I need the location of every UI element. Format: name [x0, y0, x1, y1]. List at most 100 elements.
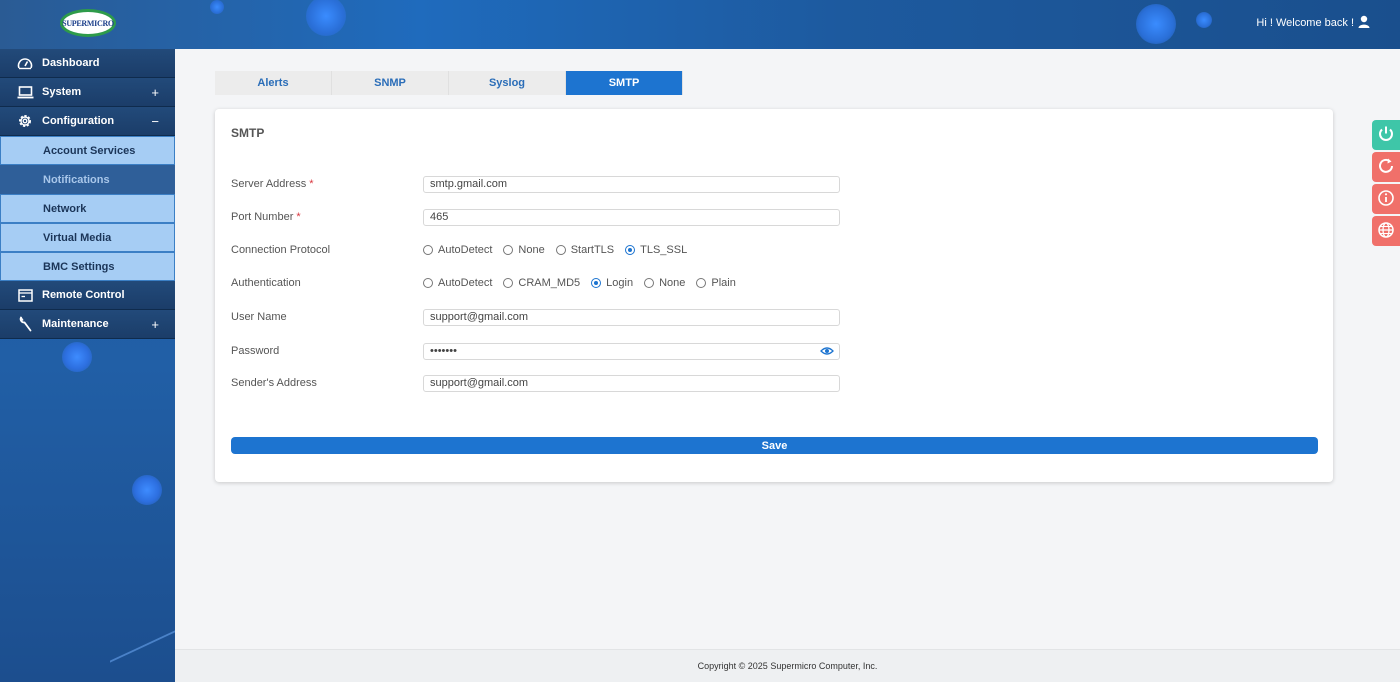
- radio-button[interactable]: [696, 278, 707, 288]
- radio-button[interactable]: [555, 245, 566, 255]
- show-password-eye-icon[interactable]: [820, 346, 834, 359]
- globe-icon: [1377, 221, 1395, 242]
- expand-toggle[interactable]: +: [151, 317, 159, 332]
- server-address-label: Server Address *: [231, 178, 314, 190]
- console-window-icon: [16, 286, 34, 304]
- sidebar-subitem-label: Account Services: [43, 144, 136, 157]
- dashboard-gauge-icon: [16, 54, 34, 72]
- laptop-icon: [16, 83, 34, 101]
- sidebar-item-configuration[interactable]: Configuration −: [0, 107, 175, 136]
- user-menu[interactable]: Hi ! Welcome back !: [1256, 15, 1370, 31]
- decorative-orb: [62, 342, 92, 372]
- main-content: Alerts SNMP Syslog SMTP SMTP Server Addr…: [175, 49, 1400, 649]
- user-name-label: User Name: [231, 311, 287, 323]
- smtp-settings-card: SMTP Server Address * smtp.gmail.com Por…: [215, 109, 1333, 482]
- welcome-text: Hi ! Welcome back !: [1256, 17, 1354, 29]
- radio-button[interactable]: [644, 278, 655, 288]
- auth-option-plain[interactable]: Plain: [696, 277, 736, 289]
- auth-option-login[interactable]: Login: [591, 277, 633, 289]
- quick-actions: [1372, 120, 1400, 248]
- supermicro-logo[interactable]: SUPERMICRO: [60, 9, 116, 37]
- refresh-icon: [1377, 157, 1395, 178]
- password-input[interactable]: •••••••: [423, 342, 840, 360]
- refresh-button[interactable]: [1372, 152, 1400, 182]
- port-number-row: Port Number * 465: [231, 208, 1321, 226]
- user-name-input[interactable]: support@gmail.com: [423, 308, 840, 326]
- password-value: •••••••: [430, 345, 457, 357]
- footer: Copyright © 2025 Supermicro Computer, In…: [175, 649, 1400, 682]
- auth-option-autodetect[interactable]: AutoDetect: [423, 277, 492, 289]
- sidebar-item-maintenance[interactable]: Maintenance +: [0, 310, 175, 339]
- connection-protocol-radio-group: AutoDetect None StartTLS TLS_SSL: [423, 244, 687, 256]
- radio-button[interactable]: [503, 278, 514, 288]
- sidebar-item-label: Dashboard: [42, 57, 100, 69]
- connection-protocol-row: Connection Protocol AutoDetect None Star…: [231, 241, 1321, 259]
- sidebar-subitem-bmc-settings[interactable]: BMC Settings: [0, 252, 175, 281]
- tab-bar: Alerts SNMP Syslog SMTP: [215, 71, 683, 95]
- sidebar-item-label: Maintenance: [42, 318, 109, 330]
- tab-smtp[interactable]: SMTP: [566, 71, 683, 95]
- top-header: SUPERMICRO Hi ! Welcome back !: [0, 0, 1400, 49]
- sidebar-item-remote-control[interactable]: Remote Control: [0, 281, 175, 310]
- protocol-option-tls-ssl[interactable]: TLS_SSL: [625, 244, 687, 256]
- sidebar-subitem-label: BMC Settings: [43, 260, 115, 273]
- decorative-line: [110, 623, 175, 682]
- server-address-input[interactable]: smtp.gmail.com: [423, 175, 840, 193]
- senders-address-row: Sender's Address support@gmail.com: [231, 374, 1321, 392]
- sidebar-subitem-network[interactable]: Network: [0, 194, 175, 223]
- protocol-option-starttls[interactable]: StartTLS: [555, 244, 614, 256]
- sidebar-item-dashboard[interactable]: Dashboard: [0, 49, 175, 78]
- expand-toggle[interactable]: +: [151, 85, 159, 100]
- language-button[interactable]: [1372, 216, 1400, 246]
- power-button[interactable]: [1372, 120, 1400, 150]
- port-number-input[interactable]: 465: [423, 208, 840, 226]
- save-button[interactable]: Save: [231, 437, 1318, 454]
- user-icon: [1358, 15, 1370, 31]
- authentication-row: Authentication AutoDetect CRAM_MD5 Login…: [231, 274, 1321, 292]
- tab-syslog[interactable]: Syslog: [449, 71, 566, 95]
- authentication-label: Authentication: [231, 277, 301, 289]
- decorative-orb: [1196, 12, 1212, 28]
- radio-button[interactable]: [423, 245, 433, 255]
- protocol-option-autodetect[interactable]: AutoDetect: [423, 244, 492, 256]
- decorative-orb: [210, 0, 224, 14]
- connection-protocol-label: Connection Protocol: [231, 244, 331, 256]
- password-row: Password •••••••: [231, 342, 1321, 360]
- info-button[interactable]: [1372, 184, 1400, 214]
- sidebar-item-label: System: [42, 86, 82, 98]
- port-number-value: 465: [430, 211, 449, 223]
- gear-icon: [16, 112, 34, 130]
- sidebar-subitem-virtual-media[interactable]: Virtual Media: [0, 223, 175, 252]
- required-marker: *: [309, 178, 314, 190]
- collapse-toggle[interactable]: −: [151, 114, 159, 129]
- senders-address-label: Sender's Address: [231, 377, 317, 389]
- senders-address-value: support@gmail.com: [430, 377, 528, 389]
- card-title: SMTP: [231, 126, 265, 140]
- user-name-row: User Name support@gmail.com: [231, 308, 1321, 326]
- tab-snmp[interactable]: SNMP: [332, 71, 449, 95]
- decorative-orb: [132, 475, 162, 505]
- radio-button[interactable]: [423, 278, 433, 288]
- auth-option-none[interactable]: None: [644, 277, 685, 289]
- authentication-radio-group: AutoDetect CRAM_MD5 Login None Plain: [423, 277, 736, 289]
- sidebar-subitem-label: Notifications: [43, 173, 110, 186]
- sidebar-subitem-label: Virtual Media: [43, 231, 112, 244]
- required-marker: *: [296, 211, 301, 223]
- sidebar-item-system[interactable]: System +: [0, 78, 175, 107]
- senders-address-input[interactable]: support@gmail.com: [423, 374, 840, 392]
- sidebar: Dashboard System + Configuration − Accou…: [0, 49, 175, 682]
- radio-button-selected[interactable]: [625, 245, 636, 255]
- sidebar-subitem-account-services[interactable]: Account Services: [0, 136, 175, 165]
- sidebar-item-label: Configuration: [42, 115, 115, 127]
- decorative-orb: [306, 0, 346, 36]
- logo-text: SUPERMICRO: [62, 18, 114, 28]
- auth-option-cram-md5[interactable]: CRAM_MD5: [503, 277, 580, 289]
- decorative-orb: [1136, 4, 1176, 44]
- tab-alerts[interactable]: Alerts: [215, 71, 332, 95]
- radio-button[interactable]: [503, 245, 514, 255]
- sidebar-item-label: Remote Control: [42, 289, 125, 301]
- radio-button-selected[interactable]: [591, 278, 602, 288]
- port-number-label: Port Number *: [231, 211, 301, 223]
- protocol-option-none[interactable]: None: [503, 244, 545, 256]
- sidebar-subitem-notifications[interactable]: Notifications: [0, 165, 175, 194]
